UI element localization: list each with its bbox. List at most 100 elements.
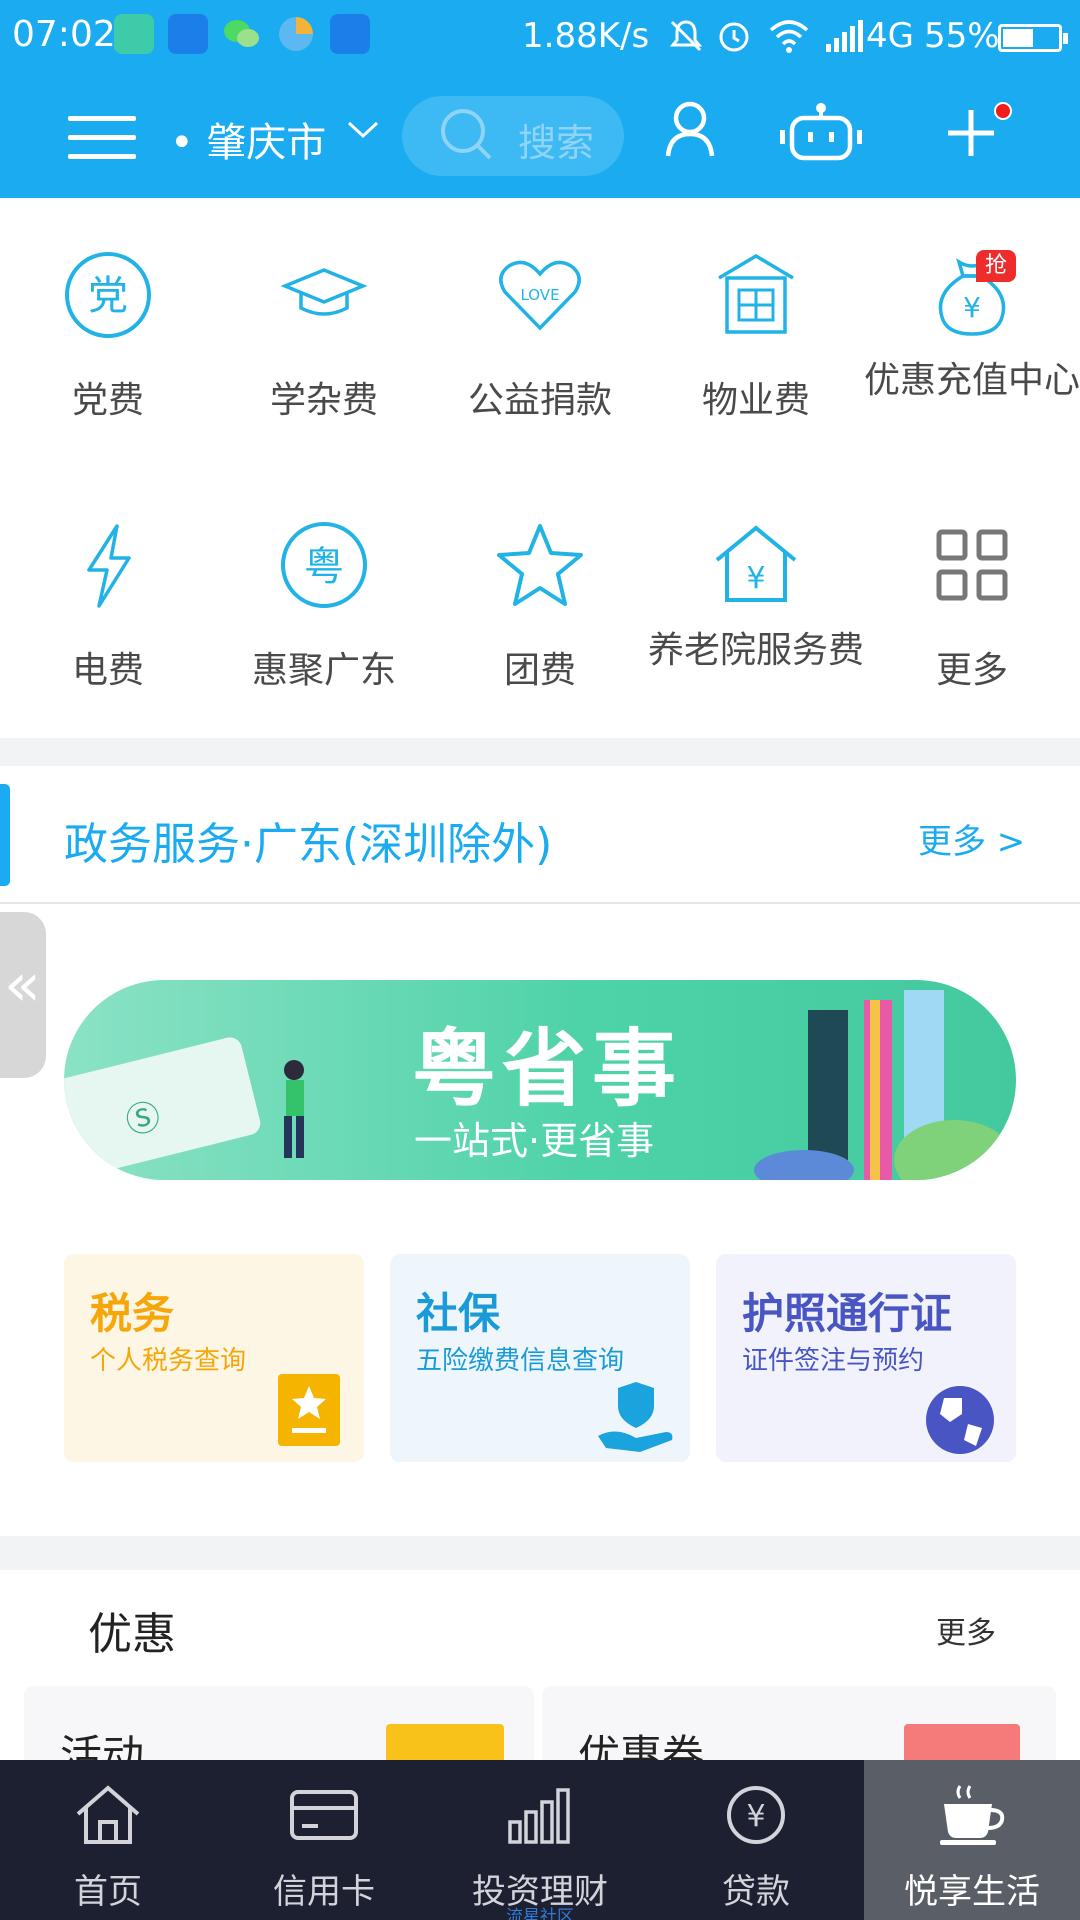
card-title: 护照通行证 [742, 1289, 953, 1338]
section-divider [0, 902, 1080, 904]
section-divider [0, 738, 1080, 766]
service-nursing-home[interactable]: ¥ 养老院服务费 [648, 520, 864, 720]
message-icon [168, 14, 208, 54]
alarm-app-icon [330, 14, 370, 54]
nav-sublabel: 流星社区 [506, 1907, 574, 1920]
card-subtitle: 五险缴费信息查询 [416, 1346, 625, 1376]
user-icon[interactable] [664, 100, 716, 160]
activity-image [386, 1724, 504, 1764]
svg-text:LOVE: LOVE [520, 286, 559, 304]
card-subtitle: 个人税务查询 [90, 1346, 247, 1376]
service-label: 更多 [935, 650, 1008, 691]
nav-credit-card[interactable]: 信用卡 [216, 1760, 432, 1920]
header: • 肇庆市 搜索 [0, 76, 1080, 198]
service-label: 惠聚广东 [251, 650, 396, 691]
notification-dot [994, 102, 1012, 120]
service-label: 物业费 [701, 380, 810, 421]
nav-label: 悦享生活 [904, 1872, 1040, 1912]
svg-text:¥: ¥ [746, 1799, 765, 1834]
service-donation[interactable]: LOVE 公益捐款 [432, 250, 648, 450]
browser-icon [276, 14, 316, 54]
service-label: 养老院服务费 [648, 630, 865, 671]
house-yen-icon: ¥ [715, 525, 797, 602]
nav-label: 首页 [74, 1872, 142, 1912]
credit-card-icon [290, 1790, 358, 1840]
gov-more-link[interactable]: 更多 > [918, 814, 1025, 863]
svg-text:¥: ¥ [746, 561, 765, 596]
service-tuition[interactable]: 学杂费 [216, 250, 432, 450]
banner-title: 粤省事 [412, 1020, 683, 1118]
status-bar: 07:02 1.88K/s 4G 55% [0, 0, 1080, 76]
top-bar: 07:02 1.88K/s 4G 55% • 肇庆市 搜索 [0, 0, 1080, 198]
service-label: 公益捐款 [467, 380, 612, 421]
plus-icon[interactable] [946, 108, 996, 158]
service-label: 电费 [71, 650, 144, 691]
social-security-card[interactable]: 社保 五险缴费信息查询 [390, 1254, 690, 1462]
yen-coin-icon: ¥ [727, 1786, 785, 1844]
app-screen: 07:02 1.88K/s 4G 55% • 肇庆市 搜索 党 党费 学杂费 L… [0, 0, 1080, 1920]
card-title: 社保 [416, 1289, 501, 1338]
bottom-nav: 首页 信用卡 投资理财 流星社区 ¥ 贷款 悦享生活 [0, 1760, 1080, 1920]
star-icon [497, 524, 583, 606]
service-party-fee[interactable]: 党 党费 [0, 250, 216, 450]
graduation-cap-icon [280, 268, 368, 316]
nav-label: 贷款 [722, 1872, 790, 1912]
search-placeholder: 搜索 [518, 121, 595, 165]
menu-icon[interactable] [68, 116, 136, 160]
love-heart-icon: LOVE [499, 260, 581, 331]
city-name: 肇庆市 [206, 120, 327, 166]
signal-icon [826, 20, 863, 52]
card-subtitle: 证件签注与预约 [742, 1346, 925, 1376]
service-electricity[interactable]: 电费 [0, 520, 216, 720]
robot-icon[interactable] [772, 100, 870, 164]
lightning-icon [87, 524, 131, 608]
coffee-cup-icon [940, 1785, 1005, 1845]
guangdong-icon: 粤 [281, 522, 367, 608]
status-time: 07:02 [12, 14, 116, 55]
grab-badge: 抢 [976, 250, 1016, 282]
service-label: 团费 [503, 650, 576, 691]
service-label: 党费 [71, 380, 144, 421]
svg-text:粤: 粤 [304, 544, 344, 590]
section-accent-bar [0, 784, 10, 886]
city-selector[interactable]: • 肇庆市 [170, 110, 326, 168]
passport-card[interactable]: 护照通行证 证件签注与预约 [716, 1254, 1016, 1462]
service-more[interactable]: 更多 [864, 520, 1080, 720]
service-label: 优惠充值中心 [864, 360, 1080, 401]
grid-more-icon [936, 529, 1008, 601]
search-icon [441, 109, 492, 160]
section-divider [0, 1536, 1080, 1570]
network-speed: 1.88K/s [522, 16, 650, 56]
chevron-down-icon[interactable] [346, 118, 380, 142]
wechat-icon [222, 14, 262, 54]
coupon-image [904, 1724, 1020, 1764]
home-icon [76, 1785, 140, 1844]
mute-icon [669, 20, 703, 52]
service-recharge-center[interactable]: ¥ 优惠充值中心 [864, 250, 1080, 450]
service-huiju-guangdong[interactable]: 粤 惠聚广东 [216, 520, 432, 720]
tax-book-icon [278, 1374, 340, 1446]
bar-chart-icon [508, 1788, 570, 1844]
hand-shield-icon [598, 1382, 673, 1452]
tax-card[interactable]: 税务 个人税务查询 [64, 1254, 364, 1462]
svg-text:党: 党 [88, 273, 128, 319]
service-league-fee[interactable]: 团费 [432, 520, 648, 720]
promo-more-link[interactable]: 更多 [936, 1608, 996, 1652]
screenshot-icon [114, 14, 154, 54]
svg-text:¥: ¥ [963, 291, 981, 324]
service-property[interactable]: 物业费 [648, 250, 864, 450]
double-chevron-left-icon: « [4, 950, 41, 1020]
promo-section-title: 优惠 [88, 1609, 176, 1660]
network-type: 4G [866, 16, 914, 56]
party-fee-icon: 党 [65, 252, 151, 338]
nav-loan[interactable]: ¥ 贷款 [648, 1760, 864, 1920]
wifi-icon [769, 20, 809, 53]
alarm-icon [719, 22, 749, 52]
card-title: 税务 [90, 1289, 175, 1338]
banner-subtitle: 一站式·更省事 [414, 1119, 655, 1163]
battery-icon [998, 24, 1068, 52]
battery-percent: 55% [924, 16, 1000, 56]
nav-investment[interactable]: 投资理财 流星社区 [432, 1760, 648, 1920]
nav-home[interactable]: 首页 [0, 1760, 216, 1920]
nav-life[interactable]: 悦享生活 [864, 1760, 1080, 1920]
